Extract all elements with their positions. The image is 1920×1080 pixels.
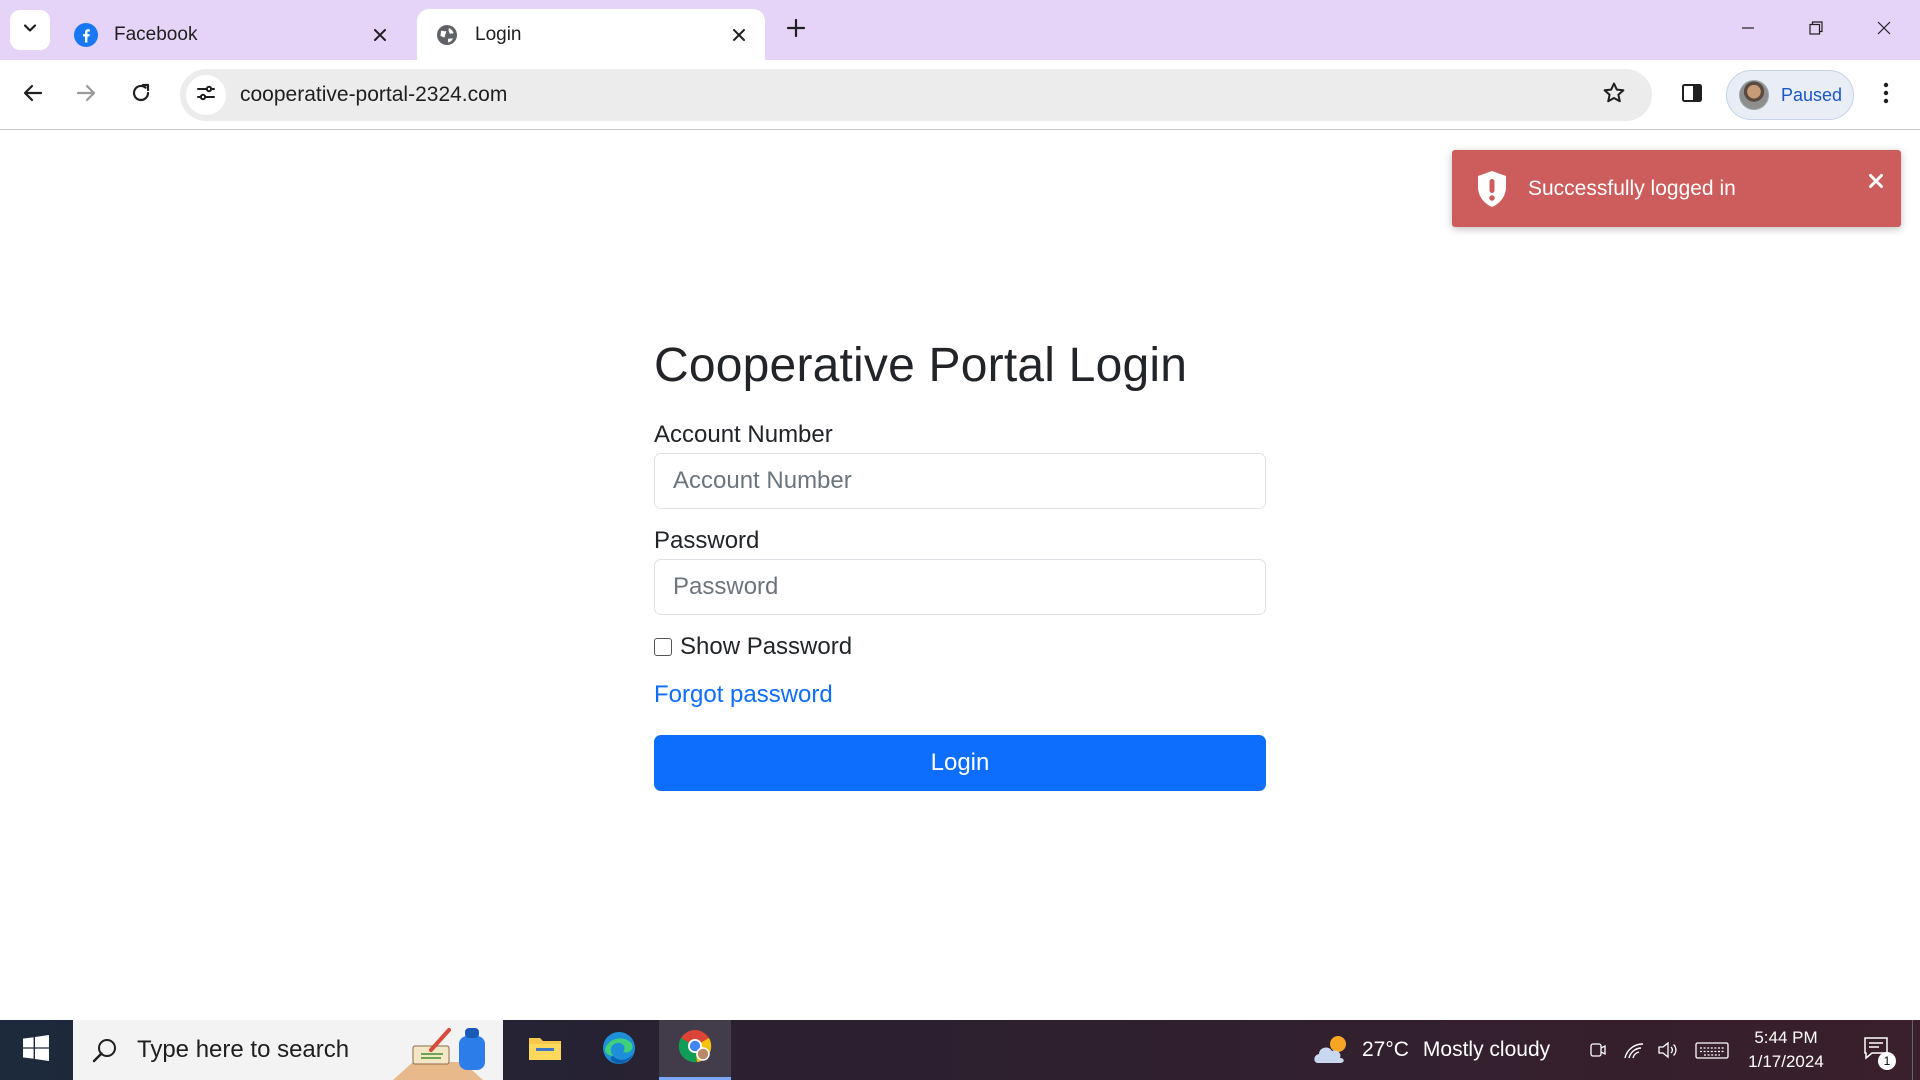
taskbar-clock[interactable]: 5:44 PM 1/17/2024	[1736, 1026, 1836, 1074]
show-password-checkbox[interactable]	[654, 637, 672, 656]
notification-badge: 1	[1878, 1052, 1896, 1070]
new-tab-button[interactable]	[778, 12, 814, 48]
taskbar-chrome[interactable]	[659, 1020, 731, 1080]
profile-button[interactable]: Paused	[1726, 70, 1854, 120]
shield-alert-icon	[1474, 169, 1510, 209]
plus-icon	[786, 18, 806, 43]
toast-notification: Successfully logged in	[1452, 150, 1901, 227]
account-number-input[interactable]	[654, 452, 1266, 509]
toast-message: Successfully logged in	[1528, 176, 1736, 200]
start-button[interactable]	[0, 1020, 72, 1080]
taskbar-search-placeholder: Type here to search	[137, 1036, 350, 1063]
clock-date: 1/17/2024	[1748, 1052, 1824, 1071]
account-number-label: Account Number	[654, 420, 833, 448]
avatar	[1739, 80, 1769, 110]
taskbar-file-explorer[interactable]	[509, 1020, 581, 1080]
globe-icon	[435, 23, 459, 47]
window-close-button[interactable]	[1856, 6, 1912, 54]
login-button[interactable]: Login	[654, 734, 1266, 791]
tab-title: Facebook	[114, 23, 198, 45]
notification-center-button[interactable]: 1	[1856, 1030, 1896, 1070]
chrome-icon	[677, 1028, 713, 1069]
minimize-icon	[1740, 20, 1756, 41]
page-content: Cooperative Portal Login Account Number …	[0, 131, 1920, 1020]
tab-login[interactable]: Login	[417, 9, 765, 60]
show-password-row: Show Password	[654, 633, 1266, 661]
reload-button[interactable]	[119, 73, 163, 117]
keyboard-icon[interactable]	[1694, 1038, 1730, 1062]
password-input[interactable]	[654, 558, 1266, 615]
show-desktop-button[interactable]	[1912, 1020, 1920, 1080]
arrow-right-icon	[75, 82, 97, 109]
weather-description: Mostly cloudy	[1422, 1038, 1551, 1061]
windows-taskbar: Type here to search 27°C Mostly cloudy 5…	[0, 1020, 1920, 1080]
url-text[interactable]: cooperative-portal-2324.com	[240, 83, 1594, 107]
browser-tab-strip: Facebook Login	[0, 0, 1920, 60]
forgot-password-link[interactable]: Forgot password	[654, 681, 833, 709]
windows-logo-icon	[23, 1034, 49, 1066]
back-button[interactable]	[11, 73, 55, 117]
screen: Facebook Login cooperative-portal-2324.c…	[0, 0, 1920, 1080]
close-icon[interactable]	[727, 23, 751, 47]
search-icon	[87, 1032, 123, 1068]
arrow-left-icon	[22, 82, 44, 109]
tab-search-button[interactable]	[10, 10, 50, 50]
wifi-icon[interactable]	[1622, 1038, 1646, 1062]
restore-button[interactable]	[1788, 6, 1844, 54]
clock-time: 5:44 PM	[1754, 1028, 1818, 1047]
browser-toolbar: cooperative-portal-2324.com Paused	[0, 60, 1920, 130]
browser-menu-button[interactable]	[1864, 73, 1908, 117]
page-title: Cooperative Portal Login	[654, 339, 1188, 392]
minimize-button[interactable]	[1720, 6, 1776, 54]
edge-icon	[601, 1030, 637, 1071]
password-label: Password	[654, 526, 760, 554]
star-icon	[1602, 81, 1626, 110]
chevron-down-icon	[22, 20, 38, 41]
bookmark-button[interactable]	[1594, 75, 1634, 115]
search-highlight-illustration	[383, 1020, 503, 1080]
partly-cloudy-icon	[1314, 1036, 1346, 1063]
site-info-button[interactable]	[186, 75, 226, 115]
address-bar[interactable]: cooperative-portal-2324.com	[180, 69, 1652, 121]
weather-temperature: 27°C	[1362, 1038, 1409, 1061]
side-panel-icon	[1681, 82, 1703, 109]
profile-status: Paused	[1781, 84, 1843, 105]
close-icon[interactable]	[368, 23, 392, 47]
tab-title: Login	[475, 23, 522, 45]
tab-facebook[interactable]: Facebook	[56, 9, 406, 60]
forward-button[interactable]	[64, 73, 108, 117]
reload-icon	[130, 82, 152, 109]
volume-icon[interactable]	[1656, 1038, 1680, 1062]
weather-widget[interactable]: 27°C Mostly cloudy	[1312, 1020, 1550, 1080]
more-vertical-icon	[1882, 82, 1890, 109]
login-form: Cooperative Portal Login Account Number …	[654, 337, 1266, 791]
meet-now-icon[interactable]	[1586, 1038, 1610, 1062]
restore-icon	[1808, 20, 1824, 41]
taskbar-edge[interactable]	[583, 1020, 655, 1080]
close-icon	[1876, 20, 1892, 41]
taskbar-search-box[interactable]: Type here to search	[73, 1020, 503, 1080]
facebook-icon	[74, 22, 98, 47]
show-password-label[interactable]: Show Password	[680, 633, 852, 661]
tune-icon	[196, 83, 216, 108]
folder-icon	[528, 1034, 562, 1067]
side-panel-button[interactable]	[1670, 73, 1714, 117]
close-icon[interactable]	[1865, 170, 1887, 192]
